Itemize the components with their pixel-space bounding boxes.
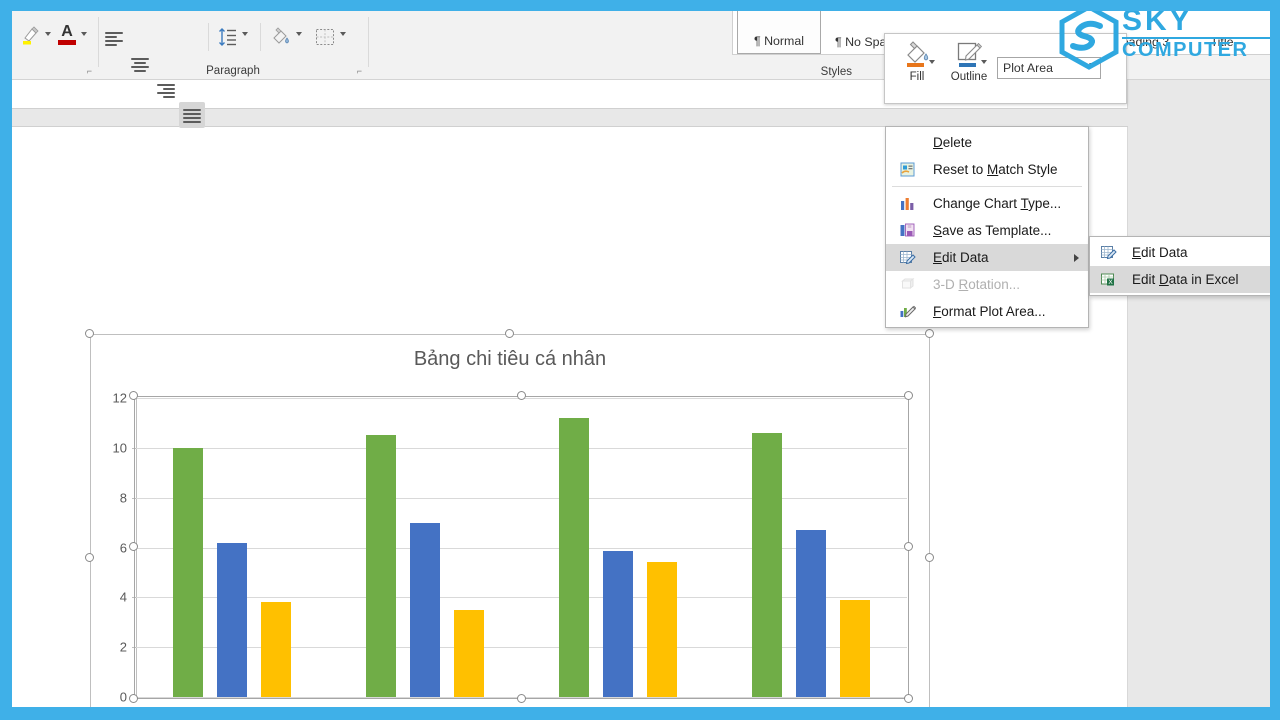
chart-handle-ne[interactable] bbox=[925, 329, 934, 338]
chart-element-selector-value: Plot Area bbox=[1003, 61, 1053, 75]
window-edge-left bbox=[0, 0, 12, 720]
context-menu-item-reset-to-match-style[interactable]: Reset to Match Style bbox=[886, 156, 1088, 183]
text-highlight-caret[interactable] bbox=[45, 32, 51, 36]
chart-handle-nw[interactable] bbox=[85, 329, 94, 338]
ribbon-separator-1 bbox=[98, 17, 99, 67]
plot-area-selection-frame[interactable] bbox=[134, 396, 909, 699]
align-left-button[interactable] bbox=[101, 25, 127, 51]
window-edge-right bbox=[1270, 0, 1280, 720]
fill-button[interactable]: Fill bbox=[891, 39, 943, 99]
borders-button[interactable] bbox=[312, 24, 338, 50]
style-label: ¶ Normal bbox=[753, 34, 805, 48]
submenu-item-edit-data[interactable]: Edit Data bbox=[1090, 239, 1271, 266]
context-menu-item-format-plot-area[interactable]: Format Plot Area... bbox=[886, 298, 1088, 325]
style-label: Title bbox=[1210, 35, 1234, 49]
fill-label: Fill bbox=[909, 71, 925, 83]
word-application-window: Bảng chi tiêu cá nhân 0246810121234 Tổng… bbox=[0, 0, 1280, 720]
plot-handle-e[interactable] bbox=[904, 542, 913, 551]
context-menu-item-3-d-rotation: 3-D Rotation... bbox=[886, 271, 1088, 298]
chart-element-selector[interactable]: Plot Area bbox=[997, 57, 1101, 81]
submenu-item-edit-data-in-excel[interactable]: X Edit Data in Excel bbox=[1090, 266, 1271, 293]
fill-bucket-icon bbox=[907, 41, 929, 67]
ribbon-group-font: A ⌐ bbox=[12, 11, 96, 80]
chevron-down-icon[interactable] bbox=[1089, 63, 1095, 81]
y-axis-label: 12 bbox=[112, 390, 127, 406]
plot-handle-ne[interactable] bbox=[904, 391, 913, 400]
ribbon-group-paragraph: Paragraph ⌐ bbox=[100, 11, 366, 128]
format-plot-area-icon bbox=[899, 303, 917, 320]
context-menu-item-label: Save as Template... bbox=[933, 223, 1052, 238]
y-axis-label: 6 bbox=[119, 540, 127, 555]
svg-text:X: X bbox=[1108, 279, 1113, 286]
paragraph-dialog-launcher[interactable]: ⌐ bbox=[357, 66, 362, 76]
plot-handle-s[interactable] bbox=[517, 694, 526, 703]
plot-handle-w[interactable] bbox=[129, 542, 138, 551]
outline-pencil-icon bbox=[957, 42, 983, 67]
ribbon-separator-4 bbox=[368, 17, 369, 67]
3d-rotation-icon bbox=[899, 276, 916, 293]
submenu-item-label: Edit Data in Excel bbox=[1132, 272, 1239, 287]
context-menu-item-label: Change Chart Type... bbox=[933, 196, 1062, 211]
style-item-title[interactable]: AaBTitle bbox=[1187, 4, 1257, 54]
outline-button[interactable]: Outline bbox=[943, 39, 995, 99]
reset-style-icon bbox=[899, 161, 916, 178]
y-axis-label: 10 bbox=[112, 440, 127, 456]
context-menu-item-label: Format Plot Area... bbox=[933, 304, 1046, 319]
context-menu-item-save-as-template[interactable]: Save as Template... bbox=[886, 217, 1088, 244]
align-right-button[interactable] bbox=[153, 77, 179, 103]
shading-caret[interactable] bbox=[296, 32, 302, 36]
context-menu-item-edit-data[interactable]: Edit Data bbox=[886, 244, 1088, 271]
excel-sheet-icon: X bbox=[1100, 271, 1117, 288]
mini-toolbar: Fill Outline Plot Area bbox=[884, 33, 1127, 104]
style-item-normal[interactable]: AaBbCcDc¶ Normal bbox=[737, 4, 821, 54]
context-menu-item-label: 3-D Rotation... bbox=[933, 277, 1021, 292]
y-axis-label: 4 bbox=[119, 589, 127, 605]
styles-group-label: Styles bbox=[820, 66, 852, 78]
outline-label: Outline bbox=[950, 71, 988, 83]
window-edge-top bbox=[0, 0, 1280, 11]
plot-handle-n[interactable] bbox=[517, 391, 526, 400]
font-color-caret[interactable] bbox=[81, 32, 87, 36]
y-axis-label: 8 bbox=[119, 490, 127, 506]
chart-title[interactable]: Bảng chi tiêu cá nhân bbox=[90, 348, 930, 371]
y-axis-label: 0 bbox=[119, 689, 127, 705]
chart-object[interactable]: Bảng chi tiêu cá nhân 0246810121234 Tổng… bbox=[85, 329, 934, 720]
ribbon-separator-2 bbox=[208, 23, 209, 51]
context-menu-item-change-chart-type[interactable]: Change Chart Type... bbox=[886, 190, 1088, 217]
context-menu-item-label: Delete bbox=[933, 135, 973, 150]
edit-data-icon bbox=[1100, 244, 1117, 261]
chart-context-menu[interactable]: Delete Reset to Match Style Change Chart T… bbox=[885, 126, 1089, 328]
borders-caret[interactable] bbox=[340, 32, 346, 36]
chart-handle-e[interactable] bbox=[925, 553, 934, 562]
fill-caret[interactable] bbox=[929, 60, 935, 64]
y-axis-label: 2 bbox=[119, 639, 127, 655]
plot-handle-sw[interactable] bbox=[129, 694, 138, 703]
line-spacing-caret[interactable] bbox=[242, 32, 248, 36]
paragraph-group-label: Paragraph bbox=[206, 65, 260, 77]
align-justify-button[interactable] bbox=[179, 102, 205, 128]
outline-caret[interactable] bbox=[981, 60, 987, 64]
text-highlight-color-button[interactable] bbox=[18, 23, 44, 47]
chart-handle-w[interactable] bbox=[85, 553, 94, 562]
line-spacing-button[interactable] bbox=[216, 25, 240, 49]
chart-type-icon bbox=[899, 195, 916, 212]
window-edge-bottom bbox=[0, 707, 1280, 720]
chart-handle-n[interactable] bbox=[505, 329, 514, 338]
font-dialog-launcher[interactable]: ⌐ bbox=[87, 66, 92, 76]
font-color-button[interactable]: A bbox=[54, 23, 80, 47]
submenu-item-label: Edit Data bbox=[1132, 245, 1188, 260]
plot-handle-se[interactable] bbox=[904, 694, 913, 703]
save-template-icon bbox=[899, 222, 916, 239]
ribbon-separator-3 bbox=[260, 23, 261, 51]
submenu-arrow-icon bbox=[1074, 254, 1079, 262]
plot-handle-nw[interactable] bbox=[129, 391, 138, 400]
ribbon-group-styles: AaBbCcDc¶ NormalAaBbCcDc¶ No Spac...AaBb… bbox=[370, 3, 1280, 80]
shading-button[interactable] bbox=[268, 24, 294, 50]
context-menu-separator bbox=[892, 186, 1082, 187]
edit-data-submenu[interactable]: Edit Data X Edit Data in Excel bbox=[1089, 236, 1272, 296]
edit-data-icon bbox=[899, 249, 916, 266]
context-menu-item-label: Edit Data bbox=[933, 250, 989, 265]
context-menu-item-label: Reset to Match Style bbox=[933, 162, 1058, 177]
context-menu-item-delete[interactable]: Delete bbox=[886, 129, 1088, 156]
